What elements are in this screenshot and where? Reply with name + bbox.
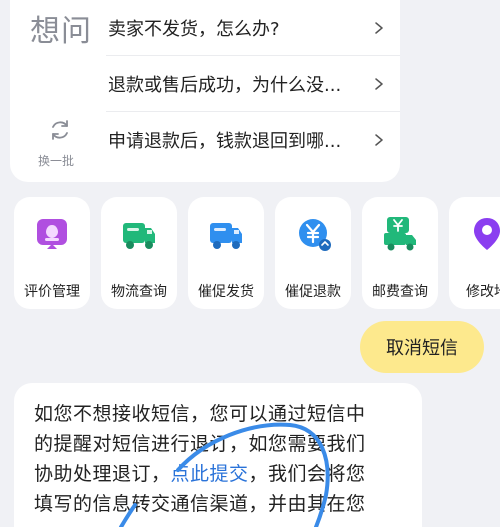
location-pin-icon <box>474 218 500 250</box>
faq-card: 想问 换一批 卖家不发货，怎么办? 退款或售后成功，为什么没... 申请退款后，… <box>10 0 400 182</box>
shortcut-label: 物流查询 <box>111 284 167 300</box>
shortcut-label: 评价管理 <box>24 284 80 300</box>
message-line: 填写的信息转交通信渠道，并由其在您 <box>34 493 366 515</box>
faq-item-label: 卖家不发货，怎么办? <box>108 18 280 40</box>
message-line: 协助处理退订，点此提交，我们会将您 <box>34 459 402 489</box>
faq-item-label: 申请退款后，钱款退回到哪... <box>108 131 342 152</box>
message-segment: 协助处理退订， <box>34 463 171 485</box>
shortcut-row: 评价管理 物流查询 催促发货 催促退款 邮费查询 修改 <box>14 197 500 309</box>
faq-list: 卖家不发货，怎么办? 退款或售后成功，为什么没... 申请退款后，钱款退回到哪.… <box>106 0 400 168</box>
message-line: 如您不想接收短信，您可以通过短信中 <box>34 403 366 425</box>
faq-item-no-shipping[interactable]: 卖家不发货，怎么办? <box>106 0 400 56</box>
shortcut-label: 修改地 <box>466 284 500 300</box>
chevron-right-icon <box>375 21 383 34</box>
message-segment: ，我们会将您 <box>248 463 366 485</box>
shipping-truck-icon <box>210 223 242 249</box>
refresh-label[interactable]: 换一批 <box>38 152 74 169</box>
faq-title: 想问 <box>30 14 92 49</box>
chevron-right-icon <box>375 77 383 90</box>
refund-yen-icon <box>299 219 331 251</box>
faq-item-label: 退款或售后成功，为什么没... <box>108 74 342 96</box>
shortcut-postage-query[interactable]: 邮费查询 <box>362 197 438 309</box>
postage-truck-icon <box>384 217 416 251</box>
shortcut-label: 催促发货 <box>198 284 254 300</box>
message-line: 的提醒对短信进行退订，如您需要我们 <box>34 433 366 455</box>
shortcut-label: 邮费查询 <box>372 284 428 300</box>
message-bubble: 如您不想接收短信，您可以通过短信中 的提醒对短信进行退订，如您需要我们 协助处理… <box>14 383 422 527</box>
shortcut-review-management[interactable]: 评价管理 <box>14 197 90 309</box>
shortcut-logistics-query[interactable]: 物流查询 <box>101 197 177 309</box>
shortcut-urge-shipping[interactable]: 催促发货 <box>188 197 264 309</box>
delivery-truck-icon <box>123 223 155 249</box>
shortcut-change-address[interactable]: 修改地 <box>449 197 500 309</box>
faq-item-refund-success[interactable]: 退款或售后成功，为什么没... <box>106 56 400 112</box>
shortcut-label: 催促退款 <box>285 284 341 300</box>
shortcut-urge-refund[interactable]: 催促退款 <box>275 197 351 309</box>
cancel-sms-button[interactable]: 取消短信 <box>360 321 484 373</box>
faq-sidebar: 想问 换一批 <box>10 0 106 182</box>
submit-here-link[interactable]: 点此提交 <box>171 463 249 485</box>
refresh-icon[interactable] <box>48 118 72 142</box>
review-icon <box>37 219 67 249</box>
faq-item-refund-destination[interactable]: 申请退款后，钱款退回到哪... <box>106 112 400 168</box>
chevron-right-icon <box>375 134 383 146</box>
message-text: 如您不想接收短信，您可以通过短信中 的提醒对短信进行退订，如您需要我们 协助处理… <box>34 399 402 519</box>
